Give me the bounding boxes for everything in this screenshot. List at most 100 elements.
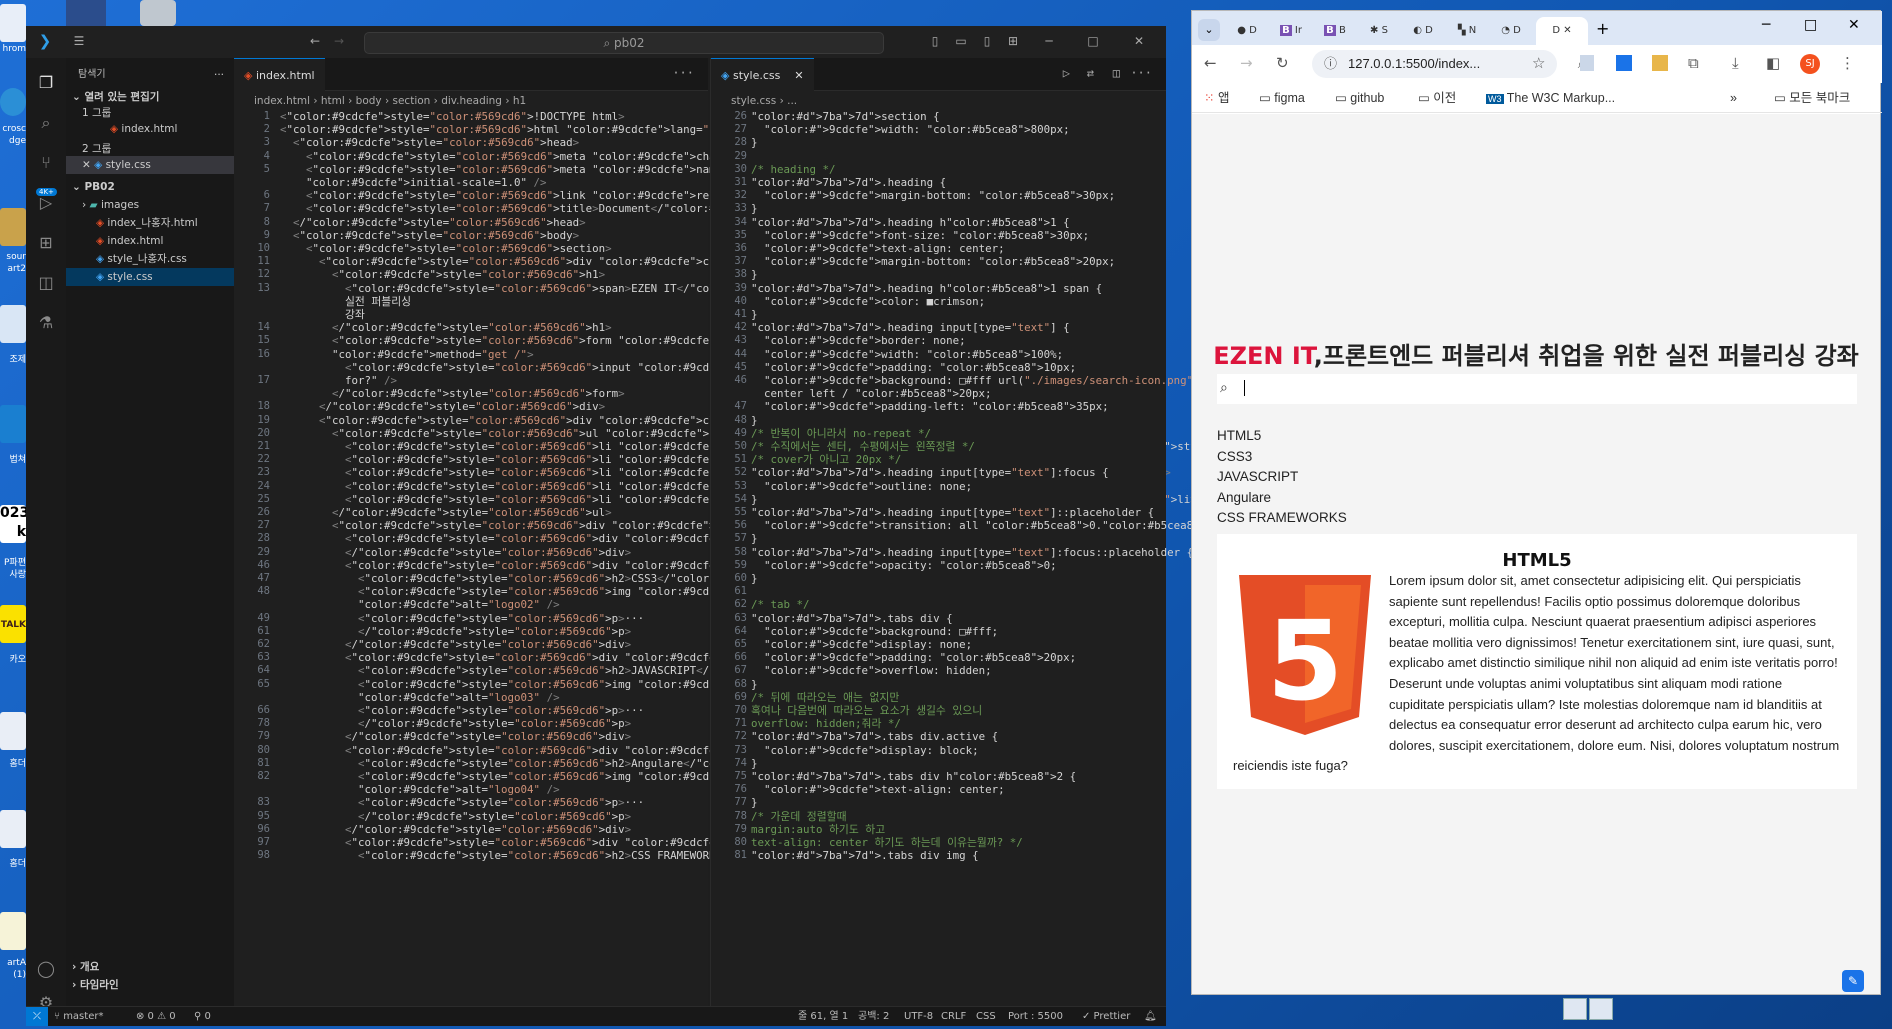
bookmark-star-icon[interactable]: ☆ (1532, 54, 1545, 72)
code-line[interactable]: } (751, 202, 758, 215)
code-line[interactable]: <"color:#9cdcfe">style="color:#569cd6">h… (280, 136, 579, 149)
browser-tab-active[interactable]: D ✕ (1536, 17, 1588, 45)
code-line[interactable]: "color:#9cdcfe">alt="logo04" /> (280, 783, 560, 796)
project-header[interactable]: ⌄ PB02 (72, 178, 240, 196)
code-line[interactable]: "color:#">9cdcfe">outline: none; (751, 480, 972, 493)
app-desktop-icon[interactable] (0, 305, 26, 343)
reload-icon[interactable]: ↻ (1276, 54, 1289, 72)
code-line[interactable]: 혹여나 다음번에 따라오는 요소가 생길수 있으니 (751, 704, 982, 717)
extension-icon[interactable] (1652, 55, 1668, 71)
code-line[interactable]: "color:#">9cdcfe">opacity: "color:#b5cea… (751, 559, 1057, 572)
back-icon[interactable]: ← (1204, 54, 1217, 72)
code-line[interactable]: /* 반복이 아니라서 no-repeat */ (751, 427, 931, 440)
breadcrumb-item[interactable]: html (321, 95, 345, 107)
app-desktop-icon[interactable] (0, 810, 26, 848)
code-line[interactable]: </"color:#9cdcfe">style="color:#569cd6">… (280, 546, 631, 559)
timeline-header[interactable]: › 타임라인 (72, 976, 240, 994)
code-line[interactable]: for?" /> (280, 374, 397, 387)
tab-button-css-frameworks[interactable]: CSS FRAMEWORKS (1217, 508, 1347, 529)
minimize-icon[interactable]: ─ (1042, 34, 1056, 48)
language-status[interactable]: CSS (976, 1007, 996, 1027)
close-tab-icon[interactable]: ✕ (1563, 25, 1571, 36)
code-line[interactable]: "color:#d">7ba">7d">.tabs div h"color:#b… (751, 770, 1076, 783)
browser-tab[interactable]: B B (1316, 17, 1354, 45)
browser-tab[interactable]: ✱ S (1360, 17, 1398, 45)
taskbar-app-icon[interactable] (1589, 998, 1613, 1020)
code-line[interactable]: "color:#d">7ba">7d">.heading input[type=… (751, 321, 1070, 334)
browser-tab[interactable]: ◔ D (1492, 17, 1530, 45)
code-line[interactable]: } (751, 136, 758, 149)
code-line[interactable]: </"color:#9cdcfe">style="color:#569cd6">… (280, 638, 631, 651)
new-tab-icon[interactable]: + (1596, 19, 1609, 38)
code-line[interactable]: } (751, 572, 758, 585)
code-line[interactable]: <"color:#9cdcfe">style="color:#569cd6">p… (280, 612, 644, 625)
live-server-status[interactable]: Port : 5500 (1008, 1007, 1063, 1027)
code-line[interactable]: <"color:#9cdcfe">style="color:#569cd6">p… (280, 796, 644, 809)
file-desktop-icon[interactable] (0, 912, 26, 950)
code-line[interactable]: "color:#d">7ba">7d">.tabs div.active { (751, 730, 998, 743)
code-line[interactable]: center left / "color:#b5cea8">20px; (751, 387, 992, 400)
tab-button-css3[interactable]: CSS3 (1217, 447, 1347, 468)
open-file-item-active[interactable]: ✕ ◈ style.css (66, 156, 234, 174)
more-bookmarks-icon[interactable]: » (1730, 83, 1737, 113)
capture-desktop-icon[interactable] (0, 405, 26, 443)
bookmark-item[interactable]: ⁙ 앱 (1204, 83, 1229, 113)
code-line[interactable]: "color:#">9cdcfe">margin-bottom: "color:… (751, 189, 1115, 202)
more-actions-icon[interactable]: ··· (672, 66, 694, 80)
back-arrow-icon[interactable]: ← (308, 34, 322, 48)
prettier-status[interactable]: ✓ Prettier (1082, 1007, 1130, 1027)
code-line[interactable]: } (751, 493, 758, 506)
code-line[interactable]: "color:#">9cdcfe">overflow: hidden; (751, 664, 992, 677)
more-actions-icon[interactable]: ··· (214, 66, 228, 84)
code-line[interactable]: "color:#d">7ba">7d">section { (751, 110, 940, 123)
code-line[interactable]: </"color:#9cdcfe">style="color:#569cd6">… (280, 216, 586, 229)
forward-icon[interactable]: → (1240, 54, 1253, 72)
tab-index-html[interactable]: ◈ index.html (234, 58, 325, 91)
code-line[interactable]: <"color:#9cdcfe">style="color:#569cd6">h… (280, 123, 735, 136)
code-line[interactable]: } (751, 796, 758, 809)
code-line[interactable]: "color:#">9cdcfe">width: "color:#b5cea8"… (751, 123, 1070, 136)
extension-icon[interactable] (1616, 55, 1632, 71)
tab-button-html5[interactable]: HTML5 (1217, 426, 1347, 447)
toggle-panel-icon[interactable]: ▭ (954, 34, 968, 48)
code-line[interactable]: "color:#">9cdcfe">background: □#fff; (751, 625, 998, 638)
breadcrumb-item[interactable]: div.heading (441, 95, 502, 107)
code-line[interactable]: </"color:#9cdcfe">style="color:#569cd6">… (280, 625, 631, 638)
code-line[interactable]: "color:#9cdcfe">method="get /"> (280, 348, 534, 361)
code-line[interactable]: "color:#d">7ba">7d">.heading input[type=… (751, 506, 1154, 519)
edge-desktop-icon[interactable] (0, 88, 26, 116)
code-line[interactable]: "color:#d">7ba">7d">.heading h"color:#b5… (751, 216, 1070, 229)
code-line[interactable]: <"color:#9cdcfe">style="color:#569cd6">s… (280, 242, 612, 255)
compare-icon[interactable]: ⇄ (1087, 66, 1094, 80)
address-bar[interactable]: ⓘ 127.0.0.1:5500/index... ⌕ (1312, 50, 1585, 78)
code-line[interactable]: </"color:#9cdcfe">style="color:#569cd6">… (280, 321, 612, 334)
extension-icon[interactable] (1580, 55, 1594, 71)
remote-icon[interactable]: ◫ (35, 272, 57, 294)
editor-html[interactable]: ◈ index.html ··· index.html › html › bod… (234, 58, 1340, 1006)
code-line[interactable]: </"color:#9cdcfe">style="color:#569cd6">… (280, 823, 631, 836)
code-line[interactable]: "color:#">9cdcfe">display: block; (751, 744, 979, 757)
search-input[interactable]: ⌕ (1217, 374, 1857, 404)
explorer-icon[interactable]: ❐ (35, 72, 57, 94)
code-line[interactable]: } (751, 532, 758, 545)
code-line[interactable]: "color:#">9cdcfe">text-align: center; (751, 783, 1005, 796)
breadcrumb-item[interactable]: body (356, 95, 382, 107)
site-info-icon[interactable]: ⓘ (1324, 50, 1337, 78)
search-icon[interactable]: ⌕ (35, 112, 57, 134)
breadcrumb-item[interactable]: h1 (513, 95, 526, 107)
extensions-puzzle-icon[interactable]: ⧉ (1688, 54, 1699, 72)
run-debug-icon[interactable]: ▷ (35, 192, 57, 214)
menu-icon[interactable]: ☰ (72, 34, 86, 48)
ports-status[interactable]: ⚲ 0 (194, 1007, 211, 1027)
menu-kebab-icon[interactable]: ⋮ (1840, 54, 1855, 72)
desktop-app-icon[interactable] (140, 0, 176, 26)
code-line[interactable]: /* 가운데 정렬할때 (751, 810, 847, 823)
taskbar-app-icon[interactable] (1563, 998, 1587, 1020)
folder-item[interactable]: › ▰ images (82, 196, 250, 214)
code-line[interactable]: } (751, 678, 758, 691)
indentation-status[interactable]: 공백: 2 (858, 1007, 889, 1027)
close-window-icon[interactable]: ✕ (1848, 17, 1860, 33)
more-actions-icon[interactable]: ··· (1130, 66, 1152, 80)
breadcrumb-item[interactable]: section (393, 95, 431, 107)
code-line[interactable]: } (751, 414, 758, 427)
